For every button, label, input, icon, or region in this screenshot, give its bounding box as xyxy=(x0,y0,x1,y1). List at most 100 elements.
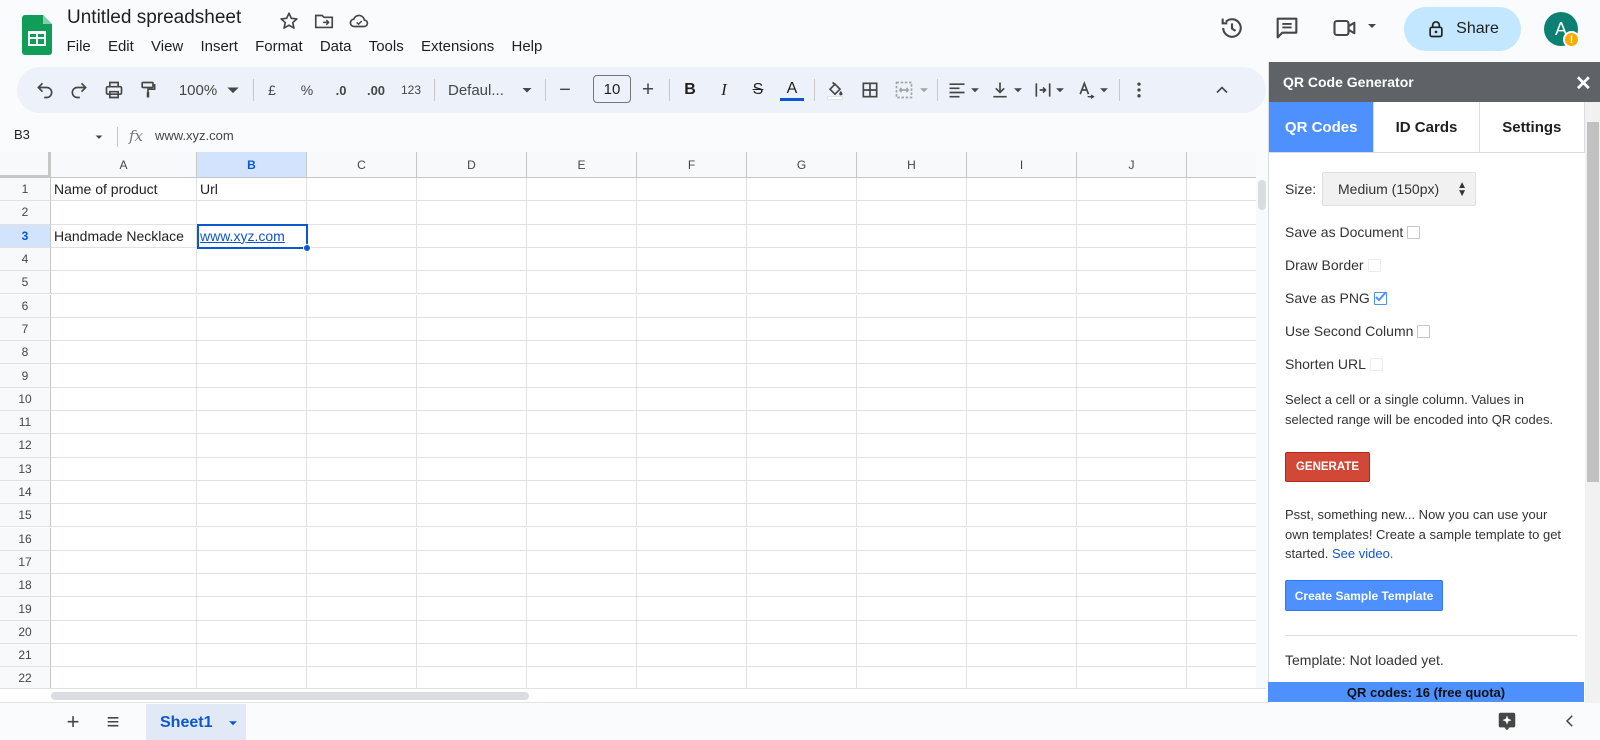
cell[interactable] xyxy=(747,574,857,598)
paint-format-icon[interactable] xyxy=(135,67,161,113)
cell[interactable] xyxy=(417,550,527,575)
cell[interactable] xyxy=(1077,341,1187,365)
merge-cells-icon[interactable] xyxy=(891,67,917,113)
cell[interactable] xyxy=(747,178,857,202)
cell[interactable]: Handmade Necklace xyxy=(51,224,197,248)
decrease-font-size-button[interactable]: − xyxy=(554,67,576,113)
cell[interactable] xyxy=(1077,480,1187,505)
cell[interactable] xyxy=(967,457,1077,481)
cell[interactable] xyxy=(857,411,967,435)
cell[interactable] xyxy=(527,387,637,411)
strikethrough-button[interactable]: S xyxy=(745,67,771,113)
cell[interactable] xyxy=(197,411,307,435)
cell[interactable] xyxy=(51,434,197,458)
cell[interactable] xyxy=(417,527,527,551)
cell[interactable] xyxy=(857,387,967,411)
cell[interactable] xyxy=(637,597,747,621)
font-chevron-down-icon[interactable] xyxy=(519,67,535,113)
size-select[interactable]: Medium (150px) ▲ ▼ xyxy=(1322,172,1476,206)
cell[interactable] xyxy=(527,504,637,528)
sheet-tab-sheet1[interactable]: Sheet1 xyxy=(146,704,246,740)
cell[interactable] xyxy=(857,620,967,644)
decrease-decimal-button[interactable]: .0 xyxy=(328,67,354,113)
rotation-chevron-down-icon[interactable] xyxy=(1097,67,1111,113)
sheet-tab-chevron-down-icon[interactable] xyxy=(226,716,240,730)
cell[interactable]: www.xyz.com xyxy=(197,224,307,248)
cloud-saved-icon[interactable] xyxy=(348,10,370,32)
cell[interactable] xyxy=(1077,574,1187,598)
cell[interactable] xyxy=(1187,481,1256,505)
cell[interactable] xyxy=(51,294,197,318)
cell[interactable] xyxy=(1187,248,1256,272)
cell[interactable] xyxy=(307,527,417,551)
column-header[interactable]: E xyxy=(527,152,637,178)
zoom-chevron-down-icon[interactable] xyxy=(223,67,243,113)
cell[interactable] xyxy=(857,504,967,528)
row-header[interactable]: 3 xyxy=(0,224,51,248)
cell[interactable] xyxy=(967,597,1077,621)
close-icon[interactable]: ✕ xyxy=(1575,71,1592,96)
cell[interactable] xyxy=(51,411,197,435)
column-header[interactable]: I xyxy=(967,152,1077,178)
cell[interactable] xyxy=(527,341,637,365)
cell[interactable] xyxy=(1077,387,1187,411)
vertical-scrollbar[interactable] xyxy=(1256,178,1266,688)
cell[interactable] xyxy=(1077,411,1187,435)
cell[interactable] xyxy=(857,364,967,388)
cell[interactable] xyxy=(197,457,307,481)
cell[interactable] xyxy=(197,620,307,644)
text-color-button[interactable]: A xyxy=(777,67,807,113)
cell[interactable] xyxy=(857,434,967,458)
cell[interactable] xyxy=(1077,597,1187,621)
cell[interactable] xyxy=(637,550,747,575)
cell[interactable] xyxy=(527,178,637,202)
cell[interactable] xyxy=(51,644,197,668)
cell[interactable] xyxy=(307,411,417,435)
explore-sparkle-icon[interactable] xyxy=(1496,710,1518,732)
cell[interactable] xyxy=(417,224,527,248)
cell[interactable] xyxy=(307,620,417,644)
cell[interactable] xyxy=(747,667,857,688)
text-wrapping-icon[interactable] xyxy=(1031,67,1055,113)
redo-icon[interactable] xyxy=(66,67,92,113)
cell[interactable] xyxy=(417,667,527,688)
font-family-select[interactable]: Defaul... xyxy=(445,67,517,113)
cell[interactable] xyxy=(307,271,417,295)
cell[interactable] xyxy=(197,317,307,342)
cell[interactable] xyxy=(967,294,1077,318)
cell[interactable] xyxy=(527,527,637,551)
wrap-chevron-down-icon[interactable] xyxy=(1053,67,1067,113)
cell[interactable] xyxy=(747,620,857,644)
add-sheet-button[interactable]: + xyxy=(60,709,86,735)
cell[interactable] xyxy=(307,597,417,621)
cell[interactable] xyxy=(1187,644,1256,668)
cell[interactable] xyxy=(527,434,637,458)
menu-data[interactable]: Data xyxy=(311,36,360,57)
cell[interactable] xyxy=(1187,621,1256,644)
cell[interactable] xyxy=(1187,178,1256,202)
cell[interactable] xyxy=(307,457,417,481)
cell[interactable] xyxy=(1077,364,1187,388)
row-header[interactable]: 11 xyxy=(0,411,51,435)
cell[interactable] xyxy=(307,201,417,225)
merge-chevron-down-icon[interactable] xyxy=(917,67,931,113)
zoom-select[interactable]: 100% xyxy=(172,67,224,113)
cell[interactable] xyxy=(747,341,857,365)
cell[interactable] xyxy=(51,574,197,598)
cell[interactable] xyxy=(307,294,417,318)
cell[interactable] xyxy=(637,527,747,551)
cell[interactable] xyxy=(637,201,747,225)
cell[interactable] xyxy=(637,387,747,411)
cell[interactable] xyxy=(967,341,1077,365)
cell[interactable] xyxy=(51,457,197,481)
sheets-logo-icon[interactable] xyxy=(22,15,52,55)
cell[interactable] xyxy=(1077,434,1187,458)
cell[interactable] xyxy=(967,387,1077,411)
cell[interactable] xyxy=(637,178,747,202)
cell[interactable] xyxy=(637,457,747,481)
cell[interactable] xyxy=(1077,550,1187,575)
cell[interactable] xyxy=(197,644,307,668)
cell[interactable] xyxy=(197,294,307,318)
column-header[interactable]: C xyxy=(307,152,417,178)
cell[interactable] xyxy=(637,271,747,295)
